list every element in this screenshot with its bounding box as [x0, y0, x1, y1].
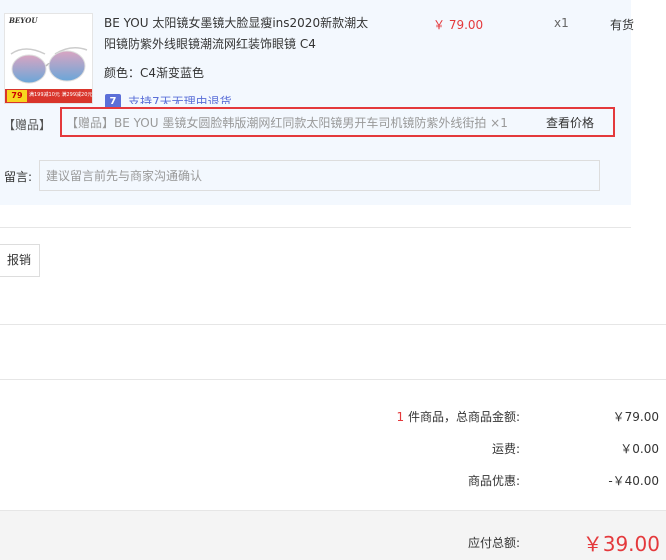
- gift-item-box: 【赠品】BE YOU 墨镜女圆脸韩版潮网红同款太阳镜男开车司机镜防紫外线街拍 ×…: [60, 107, 615, 137]
- return-policy-text: 支持7天无理由退货: [128, 95, 232, 104]
- shipping-value: ￥0.00: [620, 442, 659, 456]
- divider: [0, 324, 666, 325]
- gift-item-text: 【赠品】BE YOU 墨镜女圆脸韩版潮网红同款太阳镜男开车司机镜防紫外线街拍 ×…: [66, 116, 508, 130]
- message-label: 留言:: [4, 170, 33, 184]
- product-price: ￥ 79.00: [433, 18, 484, 32]
- product-quantity: x1: [554, 16, 569, 30]
- shipping-label: 运费:: [491, 442, 520, 456]
- invoice-button[interactable]: 报销: [0, 244, 40, 277]
- gift-label: 【赠品】: [3, 118, 52, 132]
- view-price-link[interactable]: 查看价格: [546, 114, 594, 131]
- divider: [0, 227, 631, 228]
- goods-total-label: 1 件商品，总商品金额:: [396, 408, 520, 425]
- discount-value: -￥40.00: [608, 474, 659, 488]
- product-thumbnail[interactable]: BEYOU 79 满199减10元 满299减20元: [4, 13, 93, 104]
- item-count: 1: [396, 410, 405, 424]
- payable-total-bar: 应付总额: ￥39.00: [0, 510, 666, 560]
- payable-total-value: ￥39.00: [582, 532, 660, 556]
- goods-total-value: ￥79.00: [612, 410, 659, 424]
- product-title[interactable]: BE YOU 太阳镜女墨镜大脸显瘦ins2020新款潮太阳镜防紫外线眼镜潮流网红…: [104, 13, 374, 55]
- thumbnail-price-banner: 79 满199减10元 满299减20元: [5, 89, 92, 103]
- goods-total-label-text: 件商品，总商品金额:: [407, 410, 520, 424]
- thumbnail-promo-text: 满199减10元 满299减20元: [29, 92, 93, 98]
- stock-status: 有货: [610, 18, 635, 32]
- thumbnail-price-badge: 79: [7, 90, 27, 102]
- thumbnail-brand: BEYOU: [9, 16, 38, 25]
- discount-label: 商品优惠:: [467, 474, 520, 488]
- message-input[interactable]: [39, 160, 600, 191]
- divider: [0, 379, 666, 380]
- product-color: 颜色：C4渐变蓝色: [104, 66, 205, 80]
- payable-total-label: 应付总额:: [467, 536, 520, 550]
